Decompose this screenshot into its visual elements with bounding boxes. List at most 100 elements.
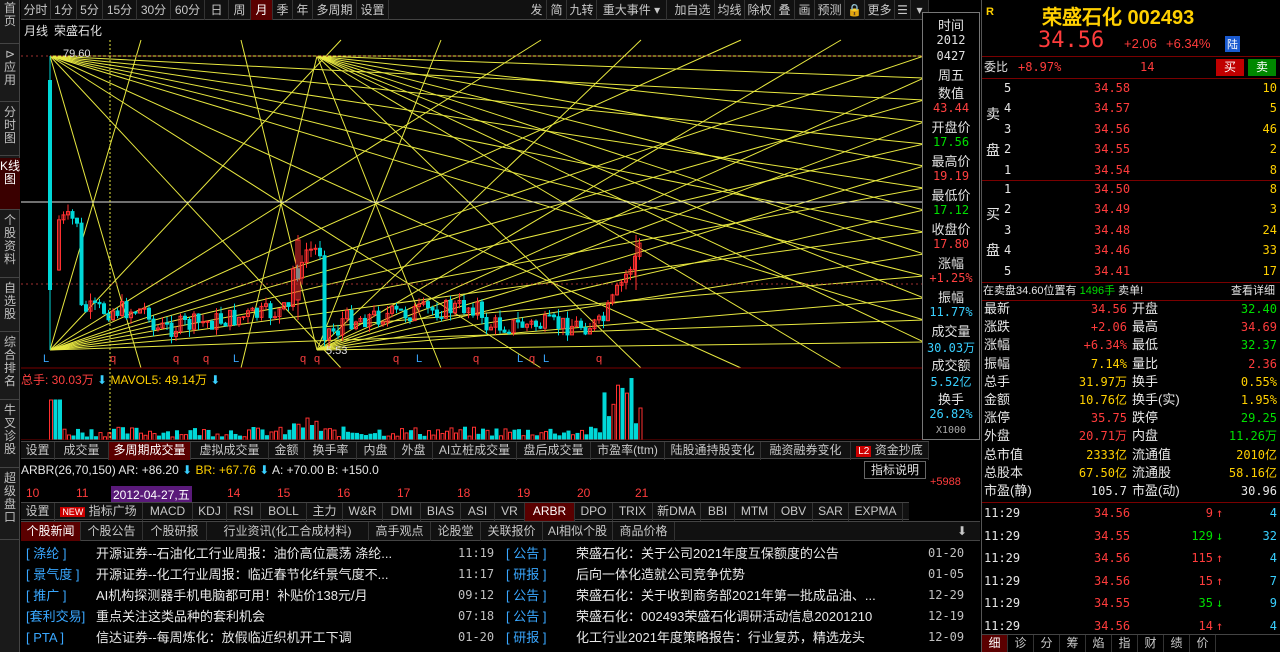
- panel-tab[interactable]: 指: [1112, 635, 1138, 652]
- ind2-tab-kdj[interactable]: KDJ: [193, 503, 227, 521]
- ind-tab-turnover[interactable]: 换手率: [305, 442, 357, 460]
- sidebar-item-ranking[interactable]: 综合排名: [0, 334, 20, 400]
- tab-period-year[interactable]: 年: [293, 0, 313, 20]
- ind2-tab-vr[interactable]: VR: [495, 503, 525, 521]
- news-tab-ai-similar[interactable]: AI相似个股: [543, 522, 613, 541]
- lock-icon[interactable]: 🔒: [845, 0, 865, 20]
- ind2-tab-sar[interactable]: SAR: [813, 503, 849, 521]
- ind2-tab-mtm[interactable]: MTM: [735, 503, 775, 521]
- indicator-help-button[interactable]: 指标说明: [864, 461, 926, 479]
- ind-tab-inner[interactable]: 内盘: [357, 442, 395, 460]
- ind2-tab-obv[interactable]: OBV: [775, 503, 813, 521]
- add-watchlist-button[interactable]: 加自选: [671, 0, 715, 20]
- tab-period-30min[interactable]: 30分: [137, 0, 171, 20]
- sidebar-item-kline[interactable]: K线图: [0, 158, 20, 210]
- sidebar-item-timeshare[interactable]: 分时图: [0, 104, 20, 156]
- toolbar-jiuzhuan-button[interactable]: 九转: [567, 0, 597, 20]
- sidebar-item-home[interactable]: 首页: [0, 0, 20, 44]
- ind2-tab-macd[interactable]: MACD: [143, 503, 193, 521]
- panel-tab[interactable]: 诊: [1008, 635, 1034, 652]
- bid-level-row[interactable]: 3 34.48 24: [982, 220, 1280, 241]
- view-detail-link[interactable]: 查看详细: [1231, 283, 1275, 300]
- settings-button[interactable]: 设置: [357, 0, 389, 20]
- panel-tab[interactable]: 细: [982, 635, 1008, 652]
- news-item[interactable]: [ 研报 ] 化工行业2021年度策略报告：行业复苏，精选龙头 12-09: [22, 627, 980, 648]
- ind2-tab-settings[interactable]: 设置: [21, 503, 55, 521]
- menu-icon[interactable]: ☰: [895, 0, 911, 20]
- overlay-button[interactable]: 叠: [775, 0, 795, 20]
- ind-tab-multi-volume[interactable]: 多周期成交量: [109, 442, 191, 460]
- tab-period-timeshare[interactable]: 分时: [21, 0, 51, 20]
- panel-tab[interactable]: 绩: [1164, 635, 1190, 652]
- bid-level-row[interactable]: 5 34.41 17: [982, 261, 1280, 282]
- panel-tab[interactable]: 分: [1034, 635, 1060, 652]
- ind-tab-amount[interactable]: 金额: [269, 442, 305, 460]
- news-item[interactable]: [ 公告 ] 荣盛石化：关于公司2021年度互保额度的公告 01-20: [22, 543, 980, 564]
- ind-tab-margin[interactable]: 融资融券变化: [761, 442, 851, 460]
- panel-tab[interactable]: 筹: [1060, 635, 1086, 652]
- ask-level-row[interactable]: 4 34.57 5: [982, 98, 1280, 119]
- toolbar-simple-button[interactable]: 简: [547, 0, 567, 20]
- ex-rights-button[interactable]: 除权: [745, 0, 775, 20]
- ind2-tab-bbi[interactable]: BBI: [701, 503, 735, 521]
- sidebar-item-apps[interactable]: ⊳ 应用: [0, 46, 20, 102]
- ind-tab-virtual-volume[interactable]: 虚拟成交量: [191, 442, 269, 460]
- ind2-tab-trix[interactable]: TRIX: [613, 503, 653, 521]
- tab-period-1min[interactable]: 1分: [51, 0, 77, 20]
- news-tab-industry[interactable]: 行业资讯(化工合成材料): [207, 522, 369, 541]
- ind2-tab-wr[interactable]: W&R: [343, 503, 383, 521]
- ind-tab-ai-volume[interactable]: AI立桩成交量: [433, 442, 517, 460]
- tab-period-5min[interactable]: 5分: [77, 0, 103, 20]
- toolbar-major-events-button[interactable]: 重大事件 ▾: [597, 0, 667, 20]
- draw-button[interactable]: 画: [795, 0, 815, 20]
- ind2-tab-rsi[interactable]: RSI: [227, 503, 261, 521]
- tab-period-15min[interactable]: 15分: [103, 0, 137, 20]
- news-item[interactable]: [ 公告 ] 荣盛石化：关于收到商务部2021年第一批成品油、... 12-29: [22, 585, 980, 606]
- ask-level-row[interactable]: 3 34.56 46: [982, 119, 1280, 140]
- bid-level-row[interactable]: 2 34.49 3: [982, 199, 1280, 220]
- sidebar-item-profile[interactable]: 个股资料: [0, 212, 20, 278]
- news-tab-expert[interactable]: 高手观点: [369, 522, 431, 541]
- tab-period-60min[interactable]: 60分: [171, 0, 205, 20]
- news-tab-forum[interactable]: 论股堂: [431, 522, 481, 541]
- ind2-tab-main-force[interactable]: 主力: [307, 503, 343, 521]
- tab-period-month[interactable]: 月: [251, 0, 273, 20]
- ind2-tab-dmi[interactable]: DMI: [383, 503, 421, 521]
- sidebar-item-diagnosis[interactable]: 牛叉诊股: [0, 402, 20, 468]
- forecast-button[interactable]: 预测: [815, 0, 845, 20]
- ask-level-row[interactable]: 2 34.55 2: [982, 139, 1280, 160]
- news-tab-stock-news[interactable]: 个股新闻: [21, 522, 81, 541]
- ask-level-row[interactable]: 1 34.54 8: [982, 160, 1280, 181]
- toolbar-fa-button[interactable]: 发: [527, 0, 547, 20]
- tab-period-week[interactable]: 周: [229, 0, 251, 20]
- ind2-tab-new-dma[interactable]: 新DMA: [653, 503, 701, 521]
- more-button[interactable]: 更多: [865, 0, 895, 20]
- ind-tab-after-volume[interactable]: 盘后成交量: [517, 442, 591, 460]
- news-item[interactable]: [ 公告 ] 荣盛石化：002493荣盛石化调研活动信息20201210 12-19: [22, 606, 980, 627]
- download-icon[interactable]: ⬇: [949, 522, 975, 541]
- ind-tab-volume[interactable]: 成交量: [55, 442, 109, 460]
- order-notice[interactable]: 在卖盘34.60位置有 1496手 卖单! 查看详细: [983, 283, 1280, 300]
- sidebar-item-superboard[interactable]: 超级盘口: [0, 470, 20, 540]
- ind2-tab-asi[interactable]: ASI: [461, 503, 495, 521]
- tab-multi-period[interactable]: 多周期: [313, 0, 357, 20]
- tab-period-day[interactable]: 日: [205, 0, 229, 20]
- ind-tab-pe-ttm[interactable]: 市盈率(ttm): [591, 442, 665, 460]
- ask-level-row[interactable]: 5 34.58 10: [982, 78, 1280, 99]
- news-tab-related[interactable]: 关联报价: [481, 522, 543, 541]
- news-item[interactable]: [ 研报 ] 后向一体化造就公司竞争优势 01-05: [22, 564, 980, 585]
- ind-tab-bottom-fishing[interactable]: L2 资金抄底: [851, 442, 929, 460]
- ind2-tab-boll[interactable]: BOLL: [261, 503, 307, 521]
- ind2-tab-dpo[interactable]: DPO: [575, 503, 613, 521]
- news-tab-research[interactable]: 个股研报: [143, 522, 207, 541]
- ind-tab-settings[interactable]: 设置: [21, 442, 55, 460]
- ind2-tab-plaza[interactable]: NEW 指标广场: [55, 503, 143, 521]
- panel-tab[interactable]: 价: [1190, 635, 1216, 652]
- ind2-tab-expma[interactable]: EXPMA: [849, 503, 903, 521]
- news-tab-notice[interactable]: 个股公告: [81, 522, 143, 541]
- moving-average-button[interactable]: 均线: [715, 0, 745, 20]
- sell-button[interactable]: 卖: [1248, 59, 1276, 76]
- ind2-tab-arbr[interactable]: ARBR: [525, 503, 575, 521]
- ind2-tab-bias[interactable]: BIAS: [421, 503, 461, 521]
- panel-tab[interactable]: 财: [1138, 635, 1164, 652]
